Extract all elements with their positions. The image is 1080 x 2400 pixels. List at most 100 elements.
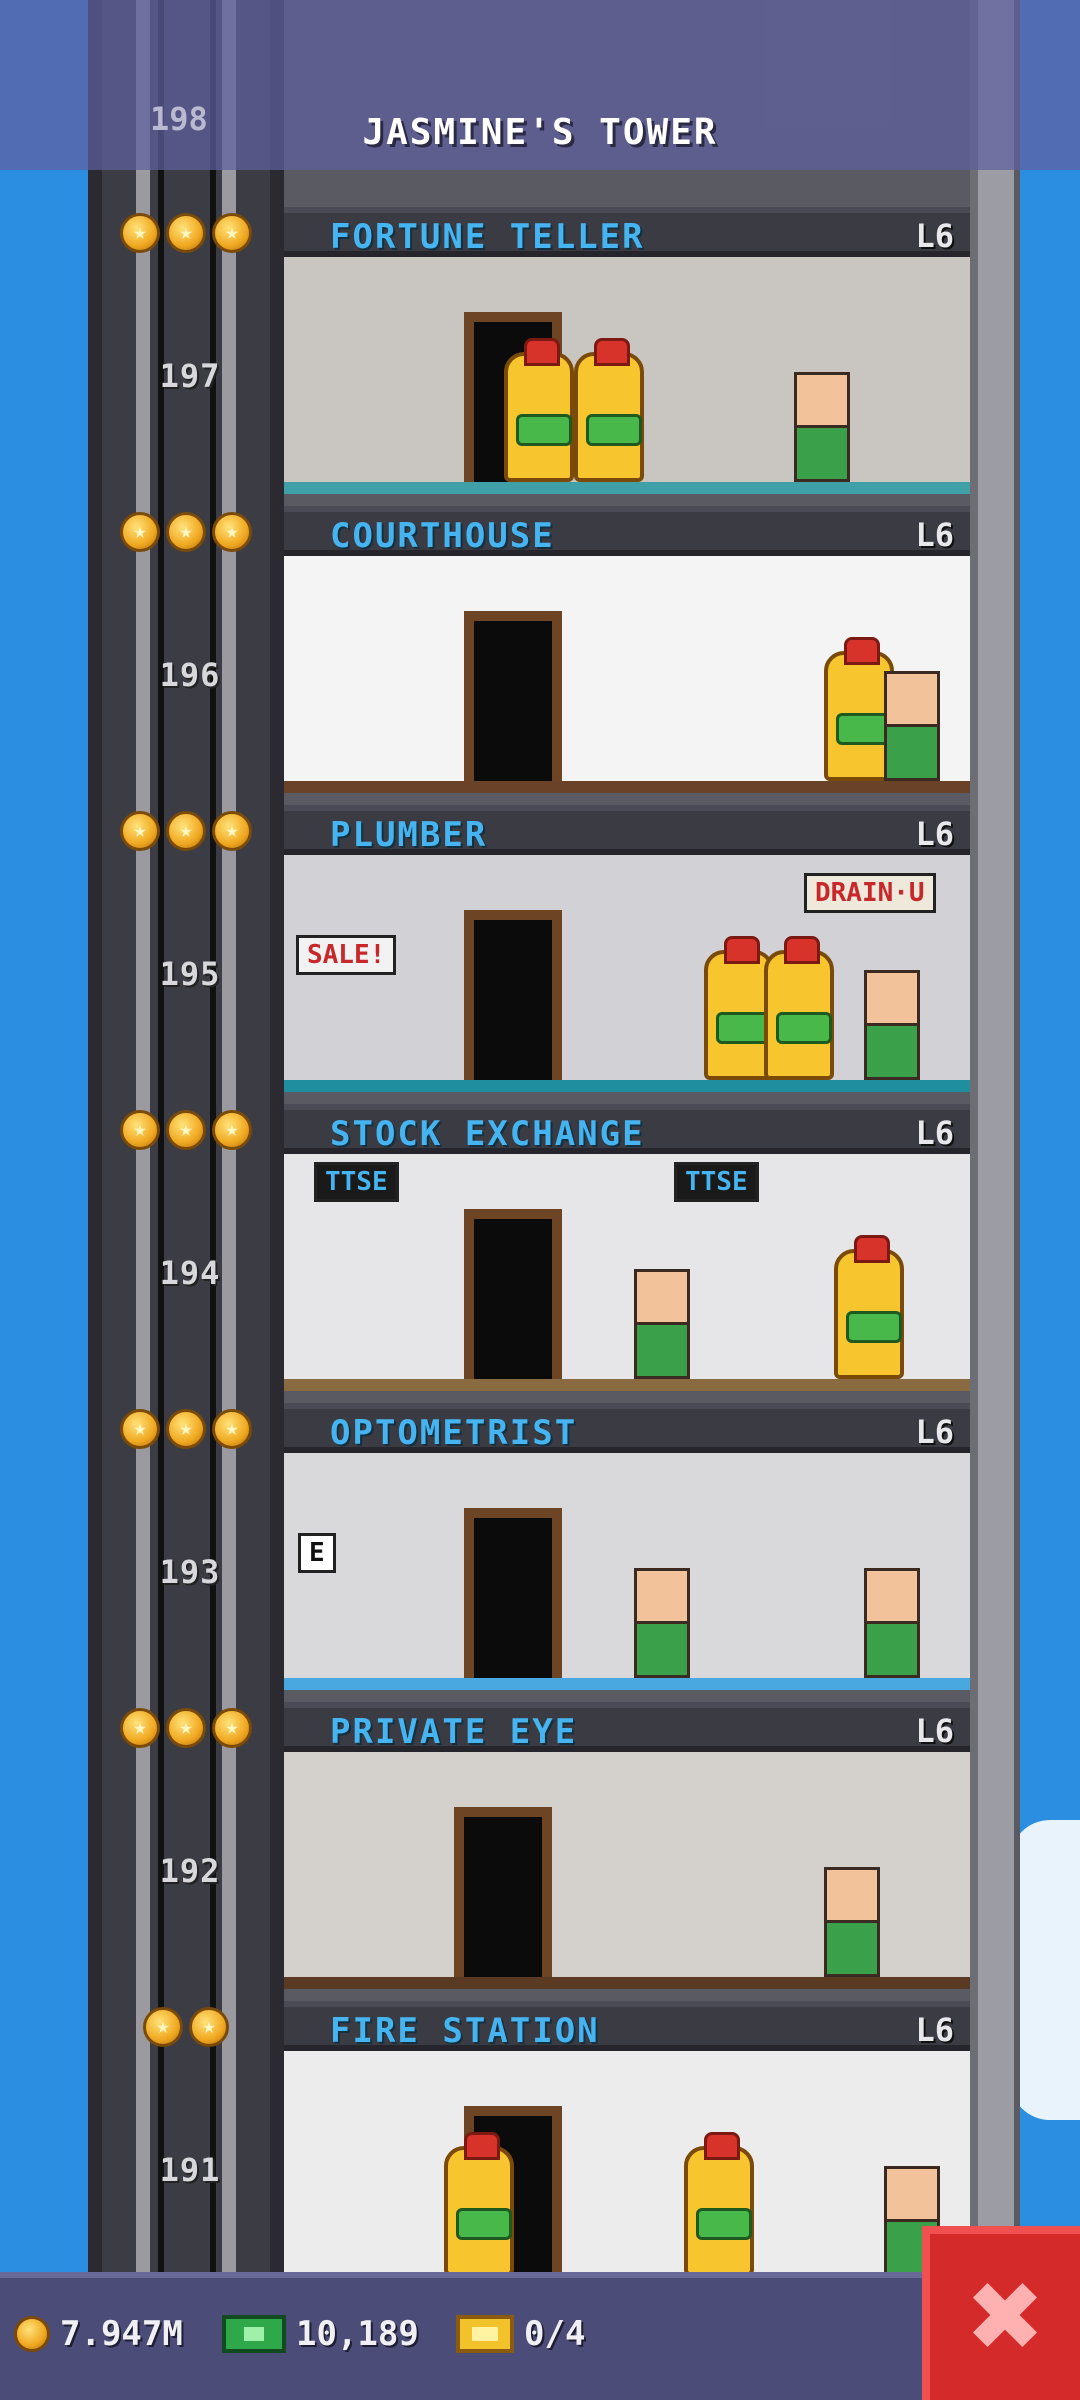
- star-icon: ★: [189, 2007, 229, 2047]
- floor-label-bar[interactable]: PRIVATE EYE L6: [284, 1702, 970, 1752]
- elevator-door: [454, 1807, 552, 1977]
- tower-header: 198 JASMINE'S TOWER: [0, 0, 1080, 170]
- coin-icon: [14, 2316, 50, 2352]
- bux-icon: [222, 2315, 286, 2353]
- star-icon: ★: [212, 512, 252, 552]
- star-icon: ★: [212, 1110, 252, 1150]
- star-icon: ★: [212, 213, 252, 253]
- floor-number: 193: [159, 1553, 221, 1591]
- floor-room[interactable]: E: [284, 1453, 970, 1690]
- bitizen-body: [634, 1624, 690, 1678]
- star-icon: ★: [143, 2007, 183, 2047]
- star-icon: ★: [212, 1708, 252, 1748]
- floor-level: L6: [915, 2011, 954, 2049]
- bitizen[interactable]: [794, 372, 850, 482]
- floor-level: L6: [915, 217, 954, 255]
- bitizen-head: [884, 2166, 940, 2222]
- coins-stat[interactable]: 7.947M: [14, 2314, 183, 2354]
- floor-stars: ★ ★ ★: [120, 512, 252, 552]
- bux-value: 10,189: [296, 2314, 419, 2354]
- floor-number: 192: [159, 1852, 221, 1890]
- floor-name: PLUMBER: [330, 815, 488, 855]
- star-icon: ★: [120, 1708, 160, 1748]
- bux-stat[interactable]: 10,189: [222, 2314, 419, 2354]
- bitizen[interactable]: [864, 1568, 920, 1678]
- floor-name: PRIVATE EYE: [330, 1712, 578, 1752]
- floor-room[interactable]: [284, 1752, 970, 1989]
- bitizen-head: [634, 1269, 690, 1325]
- bitizen-body: [794, 428, 850, 482]
- chicken-bitizen[interactable]: [764, 936, 834, 1080]
- bitizen-body: [634, 1325, 690, 1379]
- star-icon: ★: [166, 213, 206, 253]
- chicken-bitizen[interactable]: [834, 1235, 904, 1379]
- chicken-bitizen[interactable]: [574, 338, 644, 482]
- star-icon: ★: [120, 1409, 160, 1449]
- floor-level: L6: [915, 516, 954, 554]
- floor-name: FIRE STATION: [330, 2011, 600, 2051]
- floor-level: L6: [915, 1413, 954, 1451]
- floor-name: OPTOMETRIST: [330, 1413, 578, 1453]
- close-icon: ✖: [964, 2261, 1046, 2373]
- floor-label-bar[interactable]: COURTHOUSE L6: [284, 506, 970, 556]
- floor-name: COURTHOUSE: [330, 516, 555, 556]
- bitizen-head: [824, 1867, 880, 1923]
- floor-room[interactable]: DRAIN·U SALE!: [284, 855, 970, 1092]
- bitizen-body: [864, 1026, 920, 1080]
- bitizen-head: [794, 372, 850, 428]
- star-icon: ★: [166, 1110, 206, 1150]
- bitizen[interactable]: [634, 1269, 690, 1379]
- star-icon: ★: [166, 1409, 206, 1449]
- bitizen-head: [864, 1568, 920, 1624]
- star-icon: ★: [166, 512, 206, 552]
- floor-number: 195: [159, 955, 221, 993]
- floor-room[interactable]: [284, 556, 970, 793]
- floor-number: 194: [159, 1254, 221, 1292]
- floor-name: FORTUNE TELLER: [330, 217, 645, 257]
- bitizen-head: [864, 970, 920, 1026]
- bitizen-body: [884, 727, 940, 781]
- floor-label-bar[interactable]: PLUMBER L6: [284, 805, 970, 855]
- floor-stars: ★ ★ ★: [120, 1708, 252, 1748]
- chicken-bitizen[interactable]: [504, 338, 574, 482]
- floor-number: 197: [159, 357, 221, 395]
- floor-level: L6: [915, 815, 954, 853]
- bitizen[interactable]: [884, 671, 940, 781]
- elevator-door: [464, 1508, 562, 1678]
- tower-edge: [970, 0, 1020, 2272]
- sale-sign: SALE!: [296, 935, 397, 975]
- tickets-value: 0/4: [524, 2314, 586, 2354]
- bitizen-head: [884, 671, 940, 727]
- floor-label-bar[interactable]: OPTOMETRIST L6: [284, 1403, 970, 1453]
- elevator-door: [464, 910, 562, 1080]
- drain-u-sign: DRAIN·U: [804, 873, 936, 913]
- floor-stars: ★ ★ ★: [120, 213, 252, 253]
- bitizen[interactable]: [864, 970, 920, 1080]
- elevator-door: [464, 1209, 562, 1379]
- floor-label-bar[interactable]: FORTUNE TELLER L6: [284, 207, 970, 257]
- floor-number: 196: [159, 656, 221, 694]
- star-icon: ★: [166, 811, 206, 851]
- bitizen[interactable]: [824, 1867, 880, 1977]
- eye-chart: E: [298, 1533, 336, 1573]
- chicken-bitizen[interactable]: [684, 2132, 754, 2276]
- chicken-bitizen[interactable]: [444, 2132, 514, 2276]
- ticket-icon: [456, 2315, 514, 2353]
- floor-stars: ★ ★ ★: [120, 1409, 252, 1449]
- bitizen[interactable]: [634, 1568, 690, 1678]
- star-icon: ★: [166, 1708, 206, 1748]
- close-button[interactable]: ✖: [922, 2226, 1080, 2400]
- floor-room[interactable]: [284, 257, 970, 494]
- tickets-stat[interactable]: 0/4: [456, 2314, 585, 2354]
- floor-name: STOCK EXCHANGE: [330, 1114, 645, 1154]
- floor-label-bar[interactable]: STOCK EXCHANGE L6: [284, 1104, 970, 1154]
- floor-room[interactable]: [284, 2051, 970, 2288]
- ttse-sign: TTSE: [314, 1162, 399, 1202]
- floor-room[interactable]: TTSE TTSE: [284, 1154, 970, 1391]
- floor-label-bar[interactable]: FIRE STATION L6: [284, 2001, 970, 2051]
- status-bar: 7.947M 10,189 0/4: [0, 2272, 1080, 2400]
- star-icon: ★: [120, 1110, 160, 1150]
- star-icon: ★: [120, 811, 160, 851]
- ttse-sign: TTSE: [674, 1162, 759, 1202]
- elevator-door: [464, 611, 562, 781]
